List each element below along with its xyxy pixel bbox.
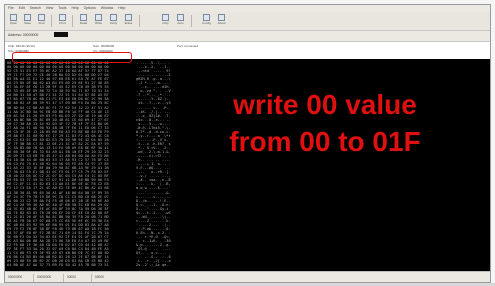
address-input[interactable] [54,32,68,37]
highlight-box [12,52,132,63]
menu-item[interactable]: Help [118,6,125,11]
toolbar-button-auto[interactable]: Auto [175,14,186,28]
auto-icon [177,14,184,21]
menu-item[interactable]: Search [30,6,41,11]
menu-item[interactable]: Help [71,6,78,11]
annotation-line-1: write 00 value [233,89,417,120]
status-bar: 00000000 00000000 00000 00000 [5,271,490,282]
menu-bar: File Edit Search View Tools Help Options… [5,5,490,12]
toolbar-separator [139,15,140,27]
toolbar-button-find[interactable]: Find [36,14,47,28]
annotation-line-2: from 00 to 01F [229,126,421,157]
hex-dump[interactable]: 00 00 00 00 00 00 00 00 00 00 00 00 00 0… [7,61,109,267]
status-field: 00000 [95,275,104,279]
toolbar-button-verify[interactable]: Verify [108,14,119,28]
menu-item[interactable]: File [8,6,14,11]
toolbar-button-chip[interactable]: Chip [160,14,171,28]
erase-icon [125,14,132,21]
print-icon [59,14,66,21]
status-divider [63,274,64,282]
toolbar-button-read[interactable]: Read [78,14,89,28]
toolbar-button-about[interactable]: About [216,14,227,28]
checksum-info: Sum: 00000000 [93,44,115,48]
address-label: Address: 00000000 [8,33,39,37]
menu-item[interactable]: Edit [19,6,25,11]
about-icon [218,14,225,21]
status-divider [91,274,92,282]
chip-info: Chip: 93C46 (16 bit) [8,44,35,48]
save-icon [24,14,31,21]
annotation-overlay: write 00 value from 00 to 01F [185,86,465,160]
chip-icon [162,14,169,21]
port-status: Port: connected [177,44,199,48]
toolbar-button-erase[interactable]: Erase [123,14,134,28]
status-field: 00000 [67,275,76,279]
toolbar-separator [72,15,73,27]
toolbar: Open Save Find Print Read Write Verify E… [5,12,490,31]
menu-item[interactable]: Window [101,6,113,11]
toolbar-button-write[interactable]: Write [93,14,104,28]
status-field: 00000000 [8,275,23,279]
status-field: 00000000 [37,275,52,279]
toolbar-separator [191,15,192,27]
write-icon [95,14,102,21]
menu-item[interactable]: Tools [58,6,66,11]
menu-item[interactable]: Options [84,6,96,11]
open-icon [10,14,17,21]
toolbar-button-config[interactable]: Config [201,14,212,28]
verify-icon [110,14,117,21]
find-icon [38,14,45,21]
address-bar: Address: 00000000 [5,31,490,39]
toolbar-separator [51,15,52,27]
read-icon [80,14,87,21]
ascii-dump: . .....V..\... . ...x..2. ..I.. .,.ntd .… [136,61,171,268]
photo-frame: File Edit Search View Tools Help Options… [0,0,495,286]
status-divider [33,274,34,282]
menu-item[interactable]: View [46,6,54,11]
toolbar-button-print[interactable]: Print [57,14,68,28]
toolbar-button-save[interactable]: Save [22,14,33,28]
toolbar-button-open[interactable]: Open [8,14,19,28]
config-icon [203,14,210,21]
